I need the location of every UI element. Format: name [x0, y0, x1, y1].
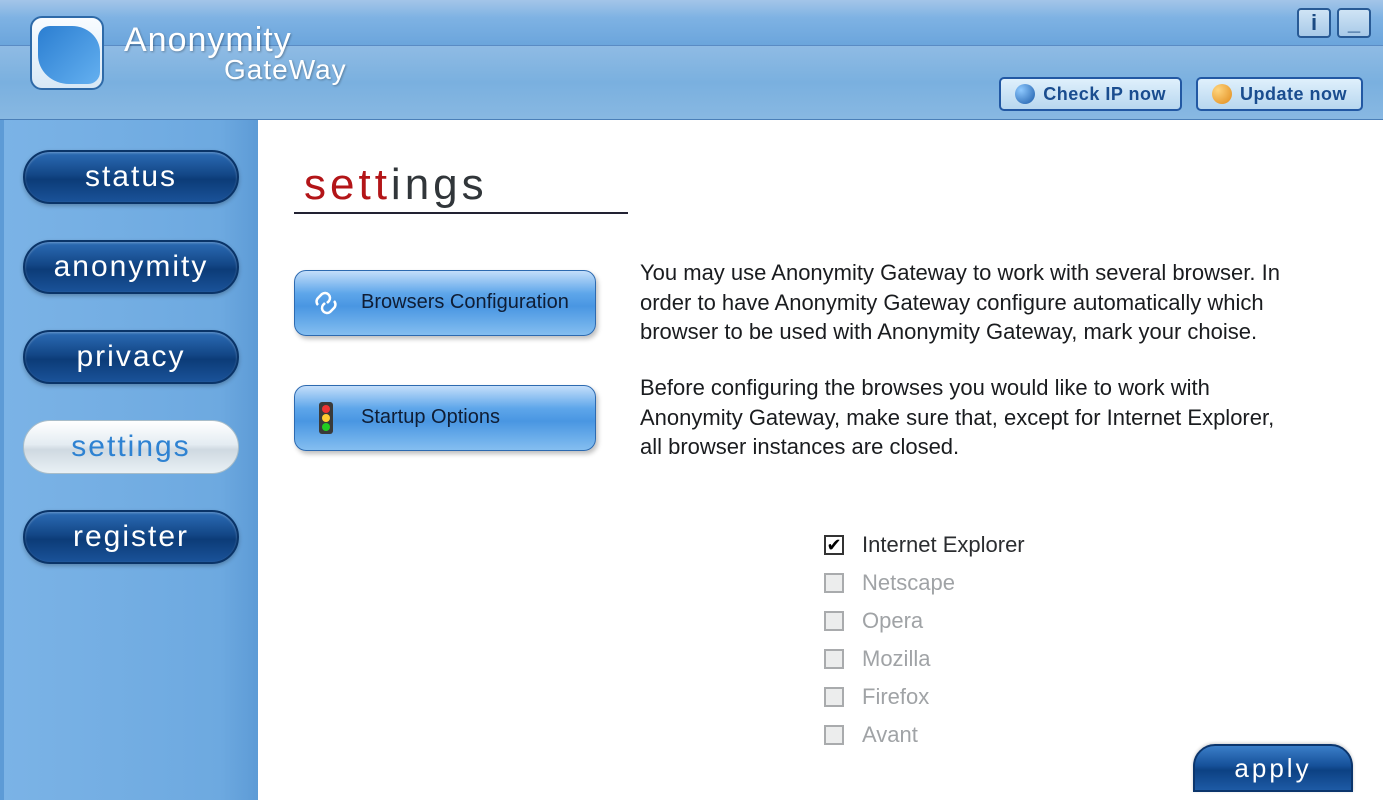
checkbox-opera	[824, 611, 844, 631]
browser-row-netscape: Netscape	[824, 570, 1327, 596]
sidebar-item-settings[interactable]: settings	[23, 420, 239, 474]
sidebar-item-status[interactable]: status	[23, 150, 239, 204]
browser-label: Netscape	[862, 570, 955, 596]
browser-row-ie: ✔ Internet Explorer	[824, 532, 1327, 558]
info-button[interactable]: i	[1297, 8, 1331, 38]
app-window: i _ Anonymity GateWay Check IP now Updat…	[0, 0, 1383, 800]
logo-icon	[30, 16, 104, 90]
browser-label: Avant	[862, 722, 918, 748]
checkbox-netscape	[824, 573, 844, 593]
browser-row-firefox: Firefox	[824, 684, 1327, 710]
logo-area: Anonymity GateWay	[30, 16, 347, 90]
browser-label: Mozilla	[862, 646, 930, 672]
startup-options-label: Startup Options	[361, 406, 500, 429]
sidebar-item-label: status	[85, 160, 177, 194]
browsers-config-label: Browsers Configuration	[361, 291, 569, 314]
sidebar-item-label: anonymity	[54, 250, 209, 284]
row-startup: Startup Options Before configuring the b…	[294, 373, 1327, 462]
sidebar-item-register[interactable]: register	[23, 510, 239, 564]
apply-label: apply	[1234, 753, 1311, 784]
page-title-rest: ings	[391, 160, 488, 209]
info-icon: i	[1311, 10, 1317, 36]
page-title-accent: sett	[304, 160, 391, 209]
sidebar-item-label: register	[73, 520, 189, 554]
browsers-config-button[interactable]: Browsers Configuration	[294, 270, 596, 336]
startup-options-button[interactable]: Startup Options	[294, 385, 596, 451]
minimize-button[interactable]: _	[1337, 8, 1371, 38]
browser-row-opera: Opera	[824, 608, 1327, 634]
row-browsers: Browsers Configuration You may use Anony…	[294, 258, 1327, 347]
traffic-light-icon	[311, 400, 341, 436]
content: settings Browsers Configuration You may …	[258, 120, 1383, 800]
sidebar-item-privacy[interactable]: privacy	[23, 330, 239, 384]
sidebar: status anonymity privacy settings regist…	[0, 120, 258, 800]
minimize-icon: _	[1348, 10, 1360, 36]
desc-startup: Before configuring the browses you would…	[640, 373, 1280, 462]
checkbox-ie[interactable]: ✔	[824, 535, 844, 555]
globe-icon	[1015, 84, 1035, 104]
browser-row-mozilla: Mozilla	[824, 646, 1327, 672]
browser-label: Opera	[862, 608, 923, 634]
checkbox-mozilla	[824, 649, 844, 669]
link-icon	[311, 285, 341, 321]
checkbox-firefox	[824, 687, 844, 707]
header-actions: Check IP now Update now	[999, 77, 1363, 111]
apply-button[interactable]: apply	[1193, 744, 1353, 792]
sidebar-item-anonymity[interactable]: anonymity	[23, 240, 239, 294]
desc-browsers: You may use Anonymity Gateway to work wi…	[640, 258, 1280, 347]
update-button[interactable]: Update now	[1196, 77, 1363, 111]
page-title: settings	[294, 160, 628, 214]
check-ip-button[interactable]: Check IP now	[999, 77, 1182, 111]
app-title: Anonymity GateWay	[124, 21, 347, 86]
check-icon: ✔	[826, 536, 841, 554]
sidebar-item-label: settings	[71, 430, 190, 464]
browser-list: ✔ Internet Explorer Netscape Opera Mozil…	[824, 532, 1327, 748]
refresh-icon	[1212, 84, 1232, 104]
checkbox-avant	[824, 725, 844, 745]
browser-label: Internet Explorer	[862, 532, 1025, 558]
check-ip-label: Check IP now	[1043, 84, 1166, 105]
sidebar-item-label: privacy	[76, 340, 185, 374]
update-label: Update now	[1240, 84, 1347, 105]
app-title-line2: GateWay	[224, 54, 347, 86]
body: status anonymity privacy settings regist…	[0, 120, 1383, 800]
browser-label: Firefox	[862, 684, 929, 710]
header: Anonymity GateWay Check IP now Update no…	[0, 46, 1383, 120]
